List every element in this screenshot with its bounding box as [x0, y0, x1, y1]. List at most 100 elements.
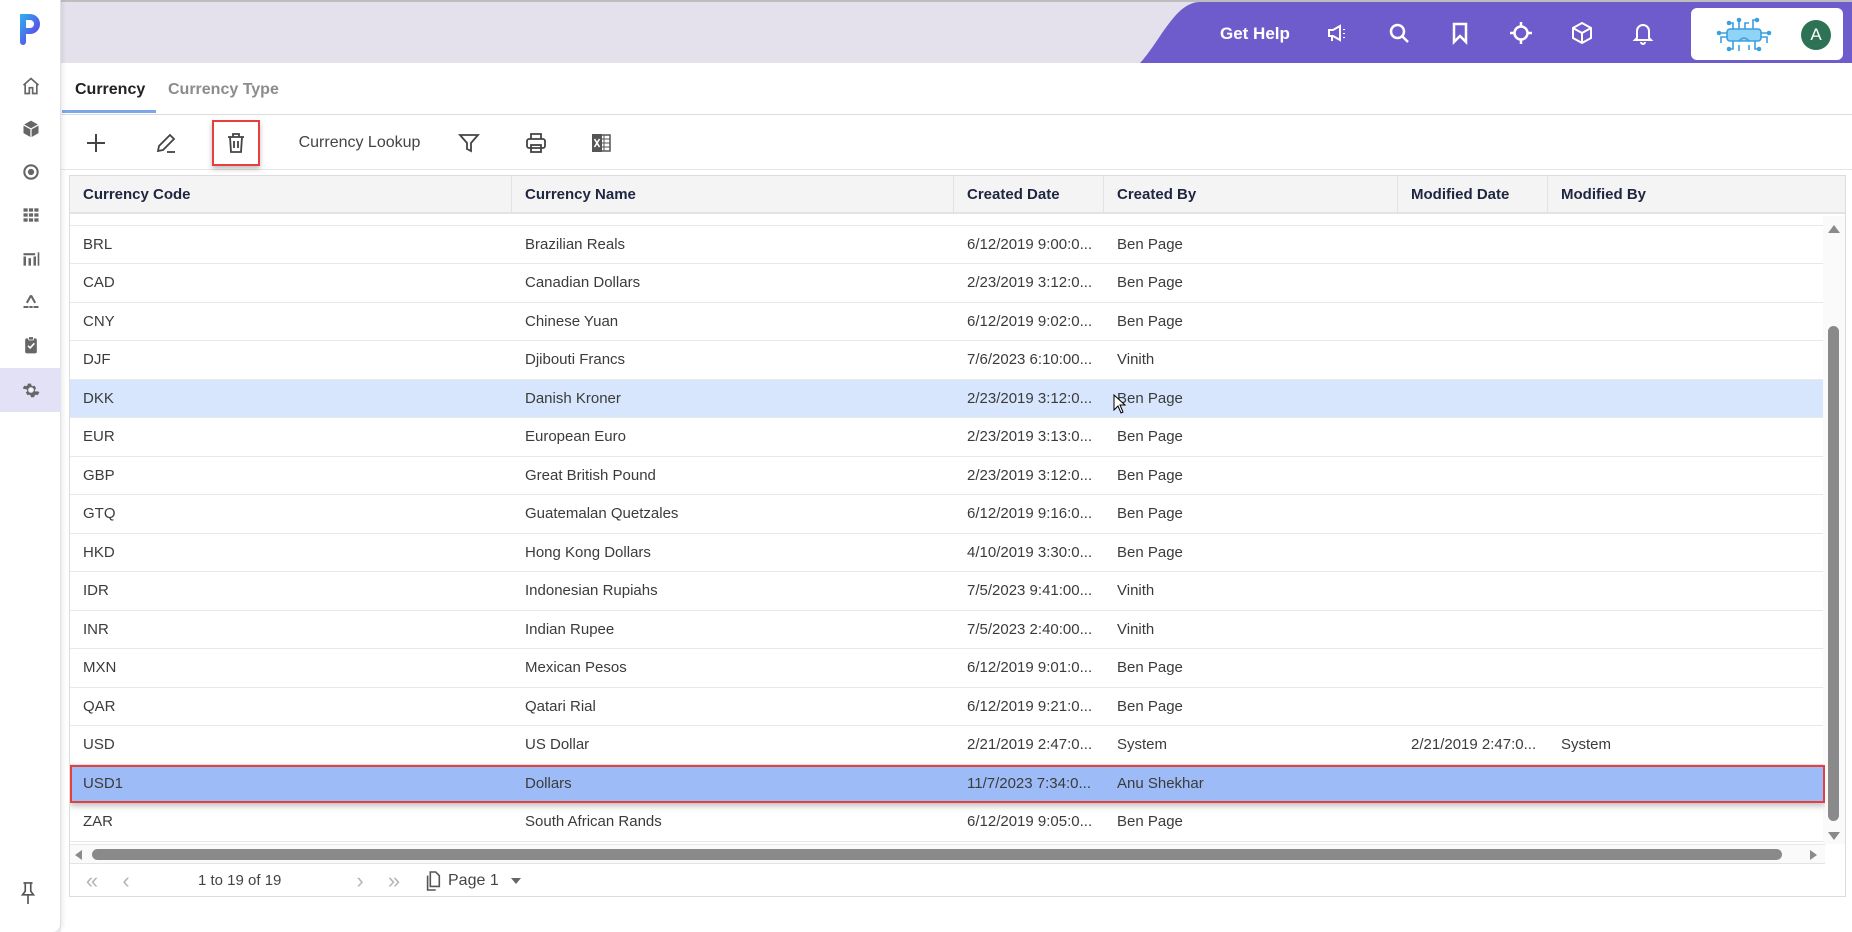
scroll-down-arrow[interactable] [1828, 832, 1840, 840]
app: Get Help A Currency Currency Type Curren… [0, 0, 1852, 932]
sidebar-item-tasks[interactable] [0, 323, 61, 367]
target-icon [22, 164, 39, 180]
cell-created-date: 2/23/2019 3:12:0... [967, 466, 1093, 484]
table-row[interactable]: MXN Mexican Pesos 6/12/2019 9:01:0... Ben P… [70, 649, 1825, 688]
currency-lookup-button[interactable]: Currency Lookup [287, 123, 432, 163]
box-icon [1572, 21, 1592, 45]
announcements-button[interactable] [1325, 20, 1351, 46]
horizontal-scroll-thumb[interactable] [92, 849, 1782, 860]
first-page-button[interactable]: « [78, 868, 106, 894]
tab-currency-type[interactable]: Currency Type [168, 81, 279, 111]
cell-currency-name: Mexican Pesos [525, 659, 627, 676]
delete-button[interactable] [212, 120, 260, 166]
bookmarks-button[interactable] [1447, 20, 1473, 46]
sidebar-item-home[interactable] [0, 64, 61, 108]
filter-button[interactable] [449, 123, 489, 163]
packages-button[interactable] [1569, 20, 1595, 46]
table-row-partial[interactable] [70, 216, 1825, 226]
table-row[interactable]: BRL Brazilian Reals 6/12/2019 9:00:0... Ben… [70, 225, 1825, 264]
cell-created-date: 2/23/2019 3:13:0... [967, 428, 1093, 445]
pin-sidebar-button[interactable] [16, 880, 40, 906]
cell-created-date: 6/12/2019 9:02:0... [967, 312, 1093, 330]
top-bar: Get Help A [61, 0, 1852, 63]
scroll-left-arrow[interactable] [75, 850, 82, 860]
table-row[interactable]: QAR Qatari Rial 6/12/2019 9:21:0... Ben Pag… [70, 687, 1825, 726]
cell-modified-by [1548, 765, 1825, 803]
table-row[interactable]: DKK Danish Kroner 2/23/2019 3:12:0... Ben P… [70, 379, 1825, 418]
cell-currency-name: Chinese Yuan [525, 312, 619, 330]
table-row[interactable]: IDR Indonesian Rupiahs 7/5/2023 9:41:00...… [70, 572, 1825, 611]
column-header-currency-code[interactable]: Currency Code [70, 176, 512, 214]
trash-icon [228, 133, 244, 153]
cell-created-date: 6/12/2019 9:01:0... [967, 659, 1093, 676]
cell-created-date: 6/12/2019 9:16:0... [967, 505, 1093, 522]
cell-modified-by [1548, 495, 1825, 533]
crosshair-icon [1510, 22, 1532, 44]
next-page-button[interactable]: › [348, 868, 372, 894]
print-button[interactable] [516, 123, 556, 163]
vertical-scroll-thumb[interactable] [1828, 326, 1839, 821]
cube-icon [22, 120, 39, 138]
last-page-button[interactable]: » [380, 868, 408, 894]
table-row[interactable]: CAD Canadian Dollars 2/23/2019 3:12:0... Be… [70, 264, 1825, 303]
sidebar-item-grid[interactable] [0, 193, 61, 237]
table-row[interactable]: DJF Djibouti Francs 7/6/2023 6:10:00... Vin… [70, 341, 1825, 380]
table-row[interactable]: USD1 Dollars 11/7/2023 7:34:0... Anu Shekha… [70, 764, 1825, 803]
cell-created-by: Ben Page [1117, 389, 1183, 407]
cell-modified-date [1398, 341, 1548, 379]
plus-icon [87, 134, 105, 152]
cell-currency-name: Brazilian Reals [525, 235, 626, 253]
table-row[interactable]: HKD Hong Kong Dollars 4/10/2019 3:30:0... B… [70, 533, 1825, 572]
grid-body: BRL Brazilian Reals 6/12/2019 9:00:0... Ben… [70, 216, 1825, 844]
scroll-up-arrow[interactable] [1828, 225, 1840, 233]
double-chevron-left-icon: « [85, 868, 99, 893]
table-row[interactable]: INR Indian Rupee 7/5/2023 2:40:00... Vinith [70, 610, 1825, 649]
table-row[interactable]: GBP Great British Pound 2/23/2019 3:12:0..… [70, 456, 1825, 495]
edit-button[interactable] [146, 123, 186, 163]
table-row[interactable]: ZAR South African Rands 6/12/2019 9:05:0..… [70, 803, 1825, 842]
table-row[interactable]: EUR European Euro 2/23/2019 3:13:0... Ben P… [70, 418, 1825, 457]
cell-modified-by [1548, 572, 1825, 610]
cell-created-by: System [1117, 736, 1168, 753]
cell-modified-date [1398, 495, 1548, 533]
table-row[interactable]: CNY Chinese Yuan 6/12/2019 9:02:0... Ben Pa… [70, 302, 1825, 341]
add-button[interactable] [76, 123, 116, 163]
app-logo[interactable] [16, 12, 44, 46]
column-header-created-by[interactable]: Created By [1104, 176, 1398, 214]
sidebar-item-settings[interactable] [0, 368, 61, 412]
sidebar-item-reports[interactable] [0, 237, 61, 281]
tab-currency[interactable]: Currency [75, 81, 145, 111]
cell-currency-name: South African Rands [525, 813, 662, 830]
previous-page-button[interactable]: ‹ [114, 868, 138, 894]
locate-button[interactable] [1508, 20, 1534, 46]
scroll-right-arrow[interactable] [1810, 850, 1817, 860]
cell-modified-date [1398, 226, 1548, 264]
get-help-link[interactable]: Get Help [1220, 24, 1290, 44]
search-button[interactable] [1386, 20, 1412, 46]
export-excel-button[interactable] [581, 123, 621, 163]
notifications-button[interactable] [1630, 20, 1656, 46]
search-icon [1389, 23, 1409, 43]
vertical-scrollbar[interactable] [1823, 216, 1845, 844]
table-row[interactable]: GTQ Guatemalan Quetzales 6/12/2019 9:16:0.… [70, 495, 1825, 534]
column-header-currency-name[interactable]: Currency Name [512, 176, 954, 214]
profile-menu[interactable]: A [1691, 8, 1843, 60]
cell-currency-code: GTQ [83, 505, 116, 522]
excel-icon [592, 134, 611, 152]
cell-currency-name: Guatemalan Quetzales [525, 505, 679, 522]
cell-currency-name: US Dollar [525, 736, 590, 753]
avatar[interactable]: A [1801, 20, 1831, 50]
cell-modified-date [1398, 264, 1548, 302]
sidebar-item-target[interactable] [0, 150, 61, 194]
horizontal-scrollbar[interactable] [70, 844, 1825, 864]
page-select-value: Page 1 [448, 872, 499, 889]
sidebar-item-hierarchy[interactable] [0, 280, 61, 324]
cell-currency-code: DJF [83, 351, 111, 368]
page-select[interactable]: Page 1 [424, 867, 521, 895]
table-row[interactable]: USD US Dollar 2/21/2019 2:47:0... System 2/2… [70, 726, 1825, 765]
cell-modified-by: System [1561, 736, 1612, 753]
sidebar-item-products[interactable] [0, 107, 61, 151]
column-header-modified-by[interactable]: Modified By [1548, 176, 1845, 214]
column-header-created-date[interactable]: Created Date [954, 176, 1104, 214]
column-header-modified-date[interactable]: Modified Date [1398, 176, 1548, 214]
